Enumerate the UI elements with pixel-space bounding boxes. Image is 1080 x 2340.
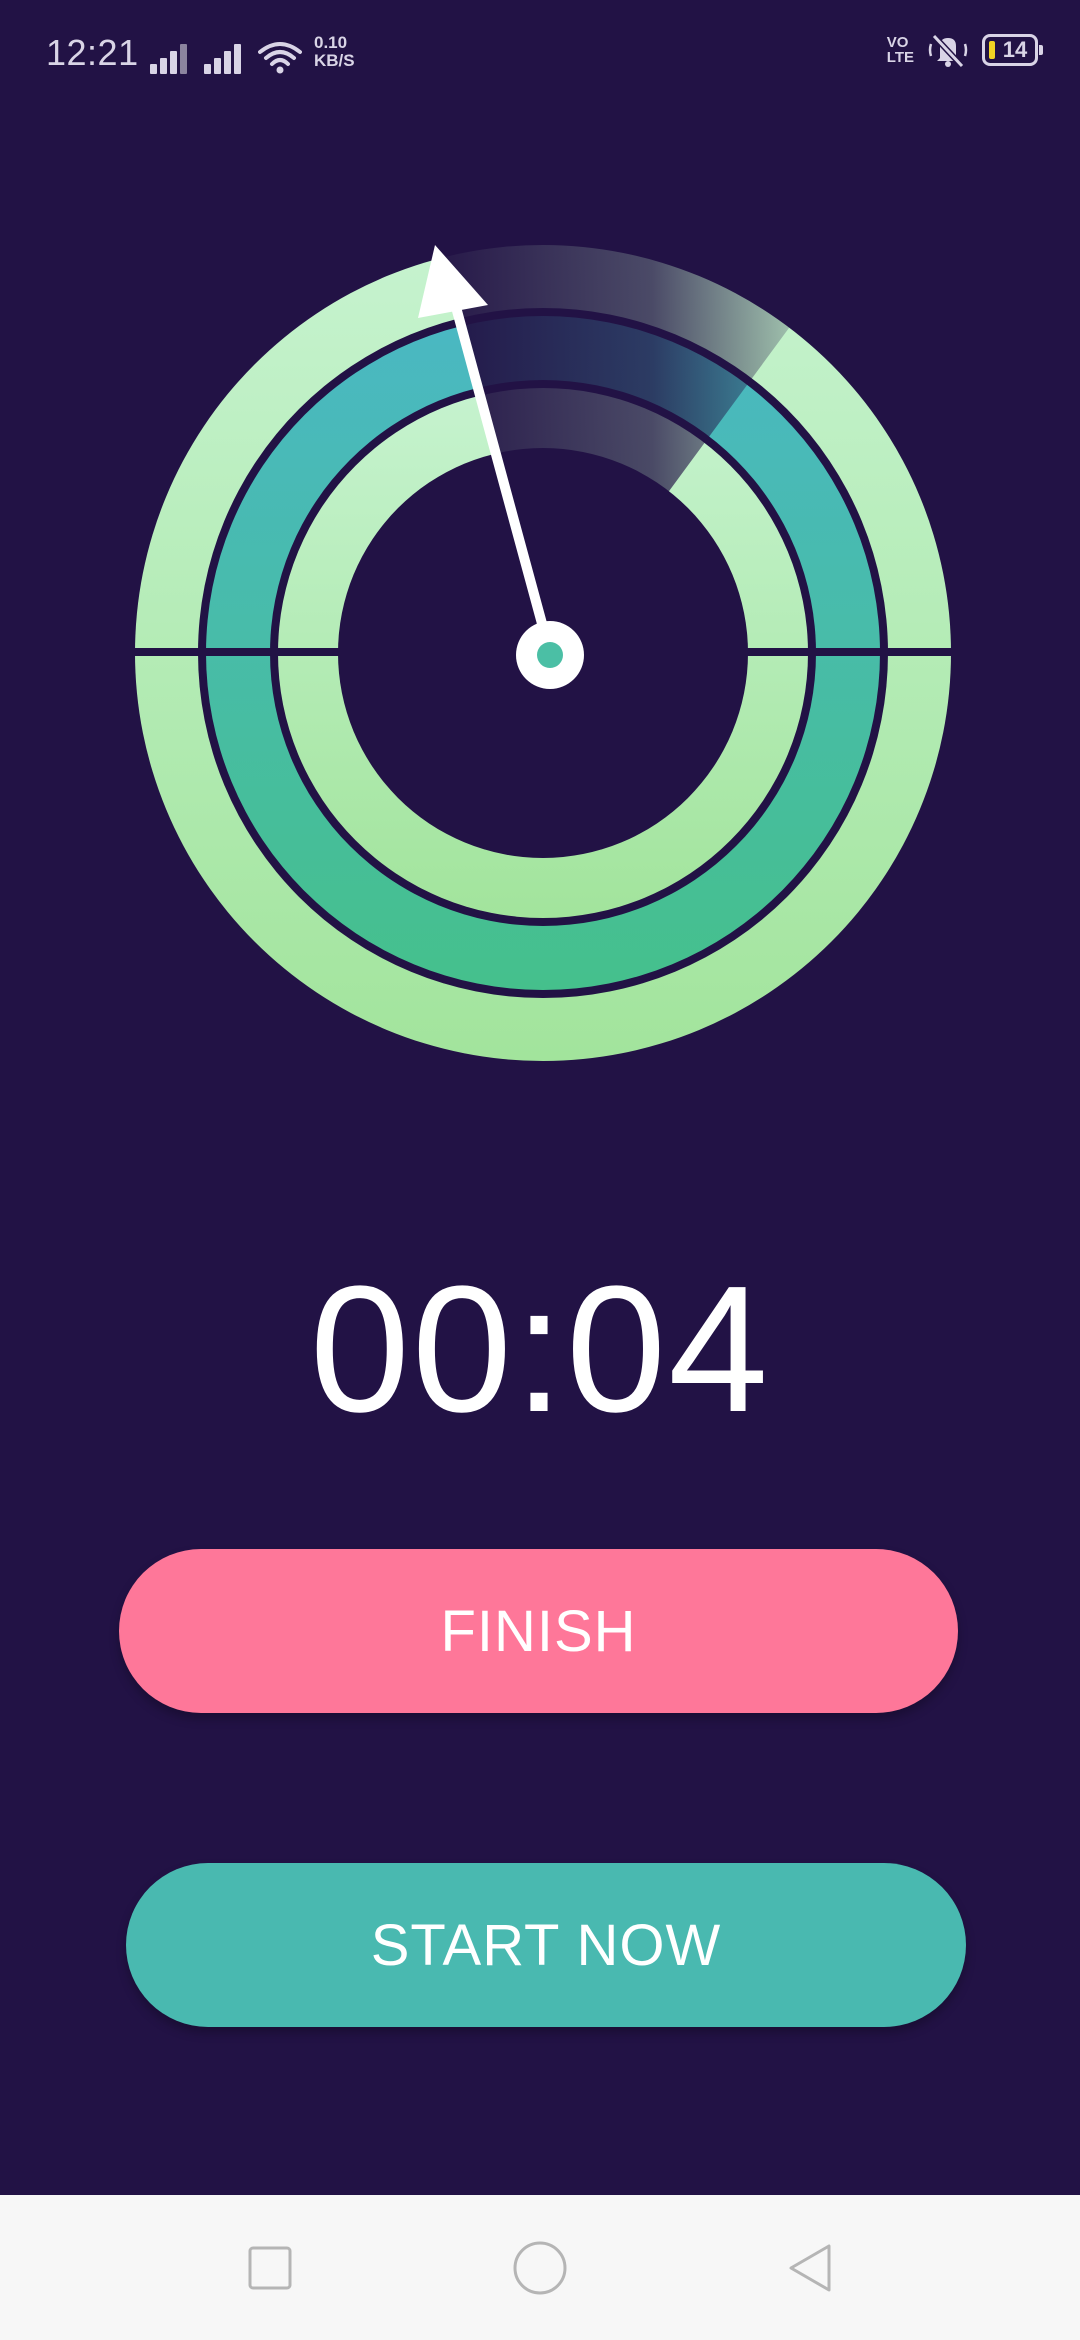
navigation-bar <box>0 2195 1080 2340</box>
dial-graphic <box>130 140 956 1061</box>
back-icon <box>789 2244 831 2292</box>
recents-button[interactable] <box>235 2233 305 2303</box>
home-button[interactable] <box>505 2233 575 2303</box>
start-now-button[interactable]: START NOW <box>126 1863 966 2027</box>
finish-button[interactable]: FINISH <box>119 1549 958 1713</box>
back-button[interactable] <box>775 2233 845 2303</box>
timer-dial <box>0 0 1080 1100</box>
home-icon <box>513 2241 567 2295</box>
timer-display: 00:04 <box>309 1249 771 1450</box>
recents-icon <box>248 2246 292 2290</box>
